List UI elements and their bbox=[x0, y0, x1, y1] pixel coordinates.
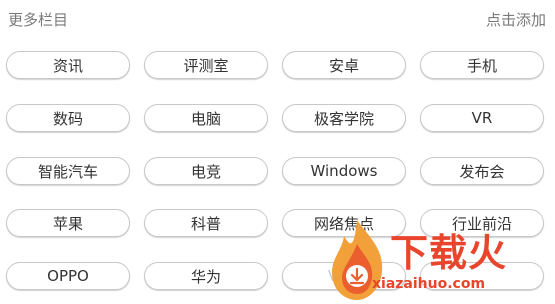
channel-chip[interactable]: 资讯 bbox=[6, 51, 130, 79]
channel-chip[interactable]: 手机 bbox=[420, 51, 544, 79]
channel-chip[interactable]: 极客学院 bbox=[282, 104, 406, 132]
channel-chip[interactable]: OPPO bbox=[6, 262, 130, 290]
channel-chip[interactable]: Windows bbox=[282, 157, 406, 185]
channel-chip[interactable]: 安卓 bbox=[282, 51, 406, 79]
channel-chip[interactable]: 发布会 bbox=[420, 157, 544, 185]
channel-chip[interactable]: 电脑 bbox=[144, 104, 268, 132]
channel-chip[interactable]: 评测室 bbox=[144, 51, 268, 79]
channel-chip[interactable]: 苹果 bbox=[6, 209, 130, 237]
channel-chip[interactable]: 智能汽车 bbox=[6, 157, 130, 185]
channel-chip[interactable]: 电竞 bbox=[144, 157, 268, 185]
channel-chip[interactable]: 科普 bbox=[144, 209, 268, 237]
channel-chip[interactable]: 数码 bbox=[6, 104, 130, 132]
watermark-brand: 下载火 bbox=[390, 231, 508, 275]
channel-chip[interactable]: VR bbox=[420, 104, 544, 132]
site-watermark: 下载火 xiazaihuo.com bbox=[314, 214, 555, 304]
watermark-url: xiazaihuo.com bbox=[372, 276, 486, 292]
channel-chip[interactable]: 华为 bbox=[144, 262, 268, 290]
